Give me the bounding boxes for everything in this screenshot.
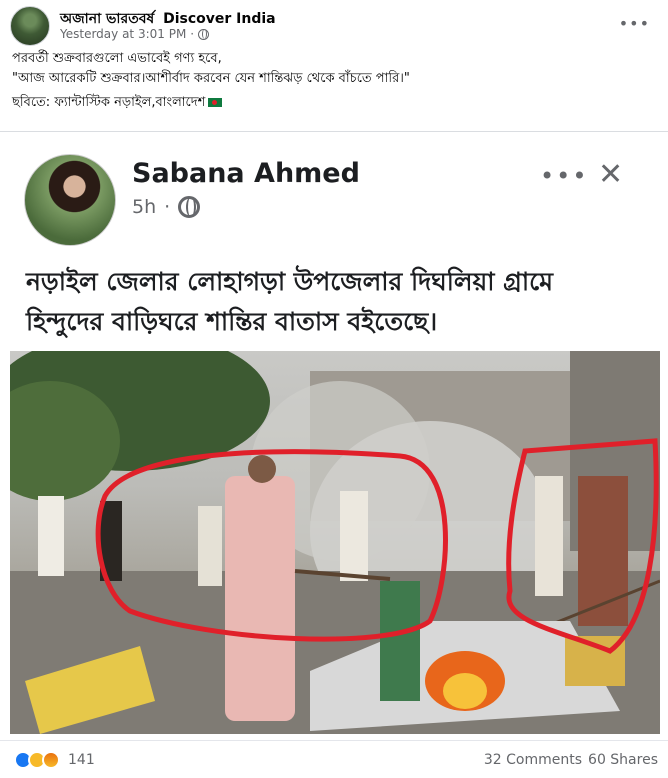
reaction-summary[interactable]: 141 <box>14 751 95 769</box>
comments-count[interactable]: 32 Comments <box>484 752 582 768</box>
globe-icon <box>198 28 210 40</box>
embedded-time: 5h <box>132 196 157 218</box>
embedded-close-icon: ✕ <box>598 157 624 192</box>
embedded-screenshot[interactable]: Sabana Ahmed 5h · ••• ✕ নড়াইল জেলার লোহ… <box>0 132 668 736</box>
person <box>340 491 368 581</box>
post-timestamp[interactable]: Yesterday at 3:01 PM <box>60 27 186 41</box>
street-scene-photo <box>10 351 660 734</box>
embedded-author-name: Sabana Ahmed <box>132 158 360 189</box>
person <box>38 496 64 576</box>
globe-icon <box>178 196 201 218</box>
post-meta: Yesterday at 3:01 PM · <box>60 27 210 41</box>
reaction-count[interactable]: 141 <box>68 752 95 768</box>
angry-icon <box>42 751 60 769</box>
caption-line: "আজ আরেকটি শুক্রবার।আশীর্বাদ করবেন যেন শ… <box>12 71 410 86</box>
post-header: অজানা ভারতবর্ষ Discover India Yesterday … <box>0 0 668 46</box>
more-options-button[interactable]: ••• <box>619 14 650 33</box>
person-pink-robe <box>225 476 295 721</box>
embedded-avatar <box>24 154 116 246</box>
embedded-meta: 5h · <box>132 196 201 218</box>
person <box>198 506 222 586</box>
caption-line: ছবিতে: ফ্যান্টাস্টিক নড়াইল,বাংলাদেশ <box>12 94 652 112</box>
engagement-stats: 32 Comments 60 Shares <box>484 752 658 768</box>
person <box>535 476 563 596</box>
fire <box>443 673 487 709</box>
post-caption: পরবর্তী শুক্রবারগুলো এভাবেই গণ্য হবে, "আ… <box>12 50 652 114</box>
footer-divider <box>0 740 668 741</box>
green-cloth <box>380 581 420 701</box>
group-name[interactable]: Discover India <box>163 11 276 27</box>
caption-line: পরবর্তী শুক্রবারগুলো এভাবেই গণ্য হবে, <box>12 51 222 66</box>
author-name[interactable]: অজানা ভারতবর্ষ <box>60 11 154 27</box>
embedded-text-line: হিন্দুদের বাড়িঘরে শান্তির বাতাস বইতেছে। <box>26 307 438 336</box>
shares-count[interactable]: 60 Shares <box>588 752 658 768</box>
photo-illustration <box>10 351 660 734</box>
page-avatar[interactable] <box>10 6 50 46</box>
person-head <box>248 455 276 483</box>
embedded-post-text: নড়াইল জেলার লোহাগড়া উপজেলার দিঘলিয়া গ… <box>26 262 646 342</box>
bangladesh-flag-icon <box>208 98 223 107</box>
embedded-text-line: নড়াইল জেলার লোহাগড়া উপজেলার দিঘলিয়া গ… <box>26 267 554 296</box>
embedded-more-icon: ••• <box>540 162 589 190</box>
